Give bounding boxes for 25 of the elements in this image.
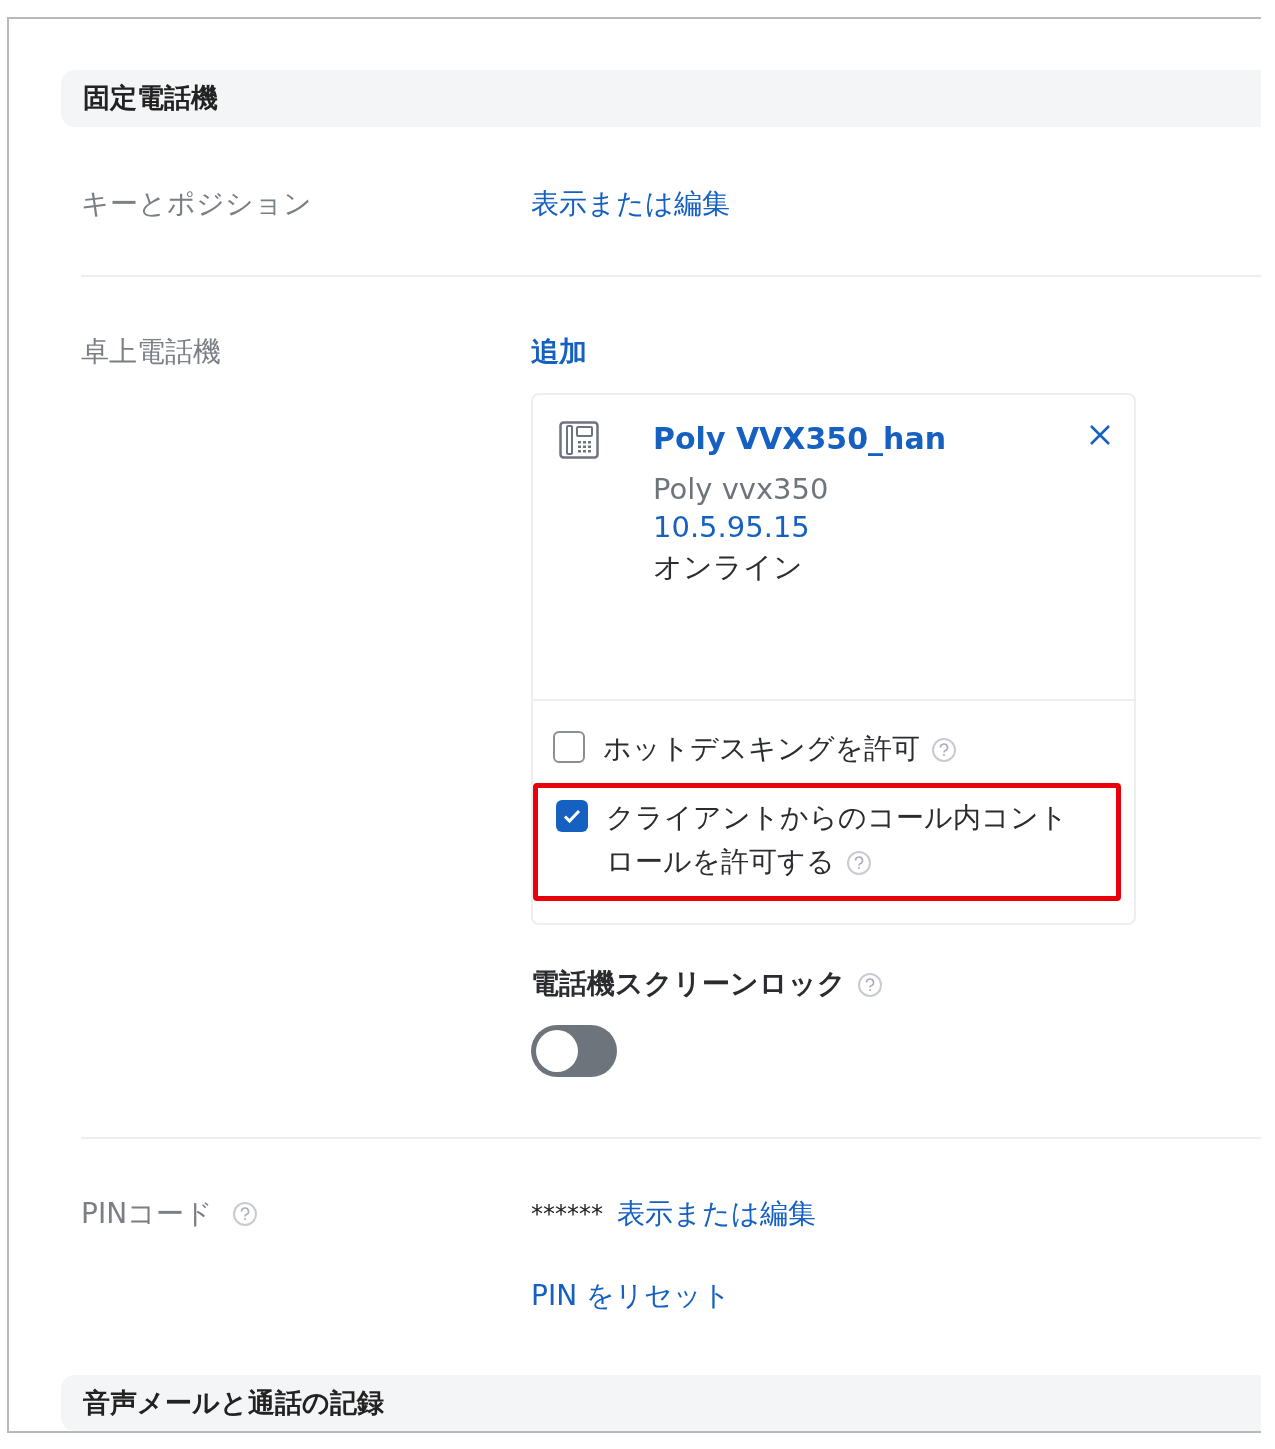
desk-phone-icon (559, 420, 599, 459)
checkbox-label: クライアントからのコール内コントロールを許可する (606, 799, 1069, 880)
field-label: PINコード (81, 1194, 531, 1233)
device-status: オンライン (653, 548, 804, 586)
section-header: 固定電話機 (61, 70, 1261, 127)
device-model: Poly vvx350 (653, 471, 830, 506)
toggle-switch[interactable] (531, 1024, 617, 1077)
ip-address[interactable]: 10.5.95.15 (653, 509, 1086, 544)
help-icon[interactable] (233, 1201, 258, 1226)
field-label: 卓上電話機 (81, 333, 222, 370)
checkbox[interactable] (556, 799, 588, 832)
help-icon[interactable] (858, 972, 882, 997)
add-link[interactable]: 追加 (531, 332, 587, 371)
masked-pin: ****** (531, 1199, 603, 1228)
reset-pin-link[interactable]: PIN をリセット (531, 1276, 731, 1315)
device-name[interactable]: Poly VVX350_han (653, 420, 1086, 456)
checkbox[interactable] (553, 730, 585, 763)
setting-label: 電話機スクリーンロック (531, 964, 882, 1003)
help-icon[interactable] (932, 737, 956, 762)
field-label: キーとポジション (81, 185, 313, 222)
view-edit-link[interactable]: 表示または編集 (531, 184, 730, 223)
help-icon[interactable] (847, 850, 871, 875)
section-header: 音声メールと通話の記録 (61, 1374, 1261, 1431)
view-edit-link[interactable]: 表示または編集 (617, 1194, 816, 1233)
checkbox-label: ホットデスキングを許可 (603, 726, 956, 771)
